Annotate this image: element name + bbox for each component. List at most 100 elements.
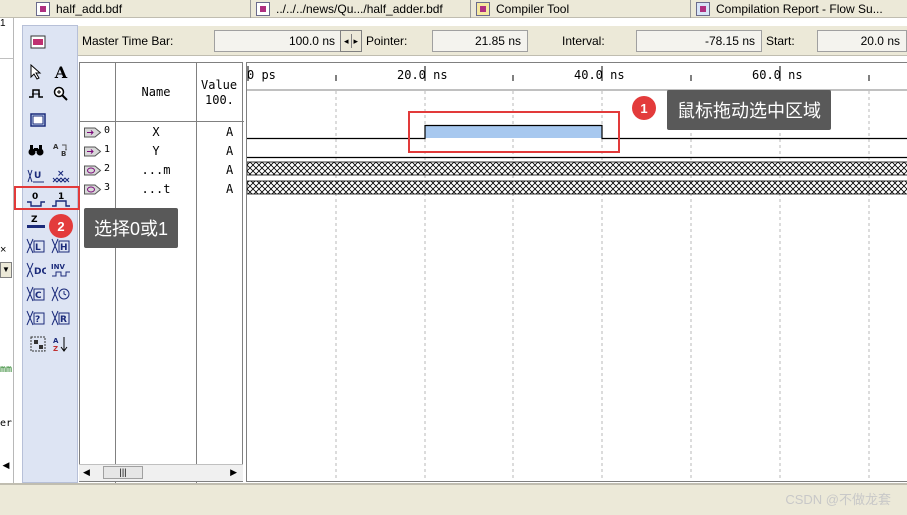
- master-time-bar-field[interactable]: 100.0 ns: [214, 30, 342, 52]
- left-strip-item: mm: [0, 364, 13, 375]
- signal-value: A: [226, 182, 234, 196]
- tab-half-adder[interactable]: ../../../news/Qu.../half_adder.bdf: [256, 0, 468, 18]
- scroll-right-icon[interactable]: ▶: [230, 467, 237, 478]
- scroll-left-icon[interactable]: ◀: [83, 467, 90, 478]
- start-field: 20.0 ns: [817, 30, 907, 52]
- tab-label: Compilation Report - Flow Su...: [716, 2, 883, 16]
- uninitialized-icon[interactable]: U: [26, 166, 46, 186]
- annotation-badge: 1: [632, 96, 656, 120]
- signal-row-t[interactable]: 3 ...t A: [80, 180, 244, 199]
- svg-text:A: A: [53, 143, 59, 151]
- previous-transition-icon[interactable]: ◂: [344, 36, 349, 47]
- invert-label: INV: [51, 263, 65, 271]
- annotation-highlight-toolbar: [14, 186, 80, 210]
- selection-tool-icon[interactable]: [26, 62, 46, 82]
- arbitrary-value-icon[interactable]: ?: [26, 308, 46, 328]
- tab-label: ../../../news/Qu.../half_adder.bdf: [276, 2, 443, 16]
- sort-icon[interactable]: AZ: [51, 334, 71, 354]
- document-tab-bar: half_add.bdf ../../../news/Qu.../half_ad…: [0, 0, 907, 18]
- value-column-header[interactable]: Value: [201, 78, 243, 92]
- master-time-bar-label: Master Time Bar:: [82, 34, 174, 48]
- signal-row-x[interactable]: 0 X A: [80, 123, 244, 142]
- tab-separator: [250, 0, 251, 18]
- random-value-icon[interactable]: R: [51, 308, 71, 328]
- signal-row-m[interactable]: 2 ...m A: [80, 161, 244, 180]
- input-pin-icon: [84, 127, 102, 138]
- signal-list-panel: Name Value 100. 0 X A 1 Y A 2 ...m A 3 .…: [79, 62, 244, 483]
- waveform-editing-tool-icon[interactable]: [26, 84, 46, 104]
- signal-value: A: [226, 163, 234, 177]
- watermark: CSDN @不做龙套: [785, 492, 891, 507]
- snap-to-grid-icon[interactable]: [28, 334, 48, 354]
- left-strip-item: er: [0, 418, 13, 429]
- scroll-left-icon[interactable]: ◀: [0, 460, 12, 478]
- signal-value: A: [226, 144, 234, 158]
- waveform-toolbar: A AB U × 0 1 Z L H DC INV C ? R A Z: [22, 25, 78, 483]
- svg-text:Z: Z: [53, 345, 58, 353]
- pointer-field: 21.85 ns: [432, 30, 528, 52]
- svg-text:×: ×: [57, 169, 65, 179]
- signal-index: 3: [104, 182, 111, 193]
- signal-index: 2: [104, 163, 111, 174]
- tab-separator: [690, 0, 691, 18]
- signal-name: Y: [152, 144, 160, 158]
- waveform-t[interactable]: [247, 180, 907, 195]
- status-bar: CSDN @不做龙套: [0, 483, 907, 515]
- tab-compiler-tool[interactable]: Compiler Tool: [476, 0, 686, 18]
- divider: [0, 58, 13, 59]
- svg-text:DC: DC: [34, 267, 46, 277]
- annotation-callout: 选择0或1: [84, 208, 179, 248]
- signal-name: ...t: [141, 182, 171, 196]
- interval-field: -78.15 ns: [636, 30, 762, 52]
- svg-text:U: U: [34, 171, 41, 181]
- tab-label: Compiler Tool: [496, 2, 570, 16]
- close-icon[interactable]: ×: [0, 244, 13, 256]
- tab-label: half_add.bdf: [56, 2, 123, 16]
- zoom-tool-icon[interactable]: [51, 84, 71, 104]
- master-time-bar-spinner[interactable]: ◂ ▸: [340, 30, 362, 52]
- tab-separator: [470, 0, 471, 18]
- text-tool-icon[interactable]: A: [51, 62, 71, 82]
- high-impedance-icon[interactable]: Z: [26, 212, 46, 232]
- tab-half-add[interactable]: half_add.bdf: [36, 0, 246, 18]
- bdf-file-icon: [256, 2, 270, 16]
- annotation-callout: 鼠标拖动选中区域: [667, 90, 831, 130]
- invert-icon[interactable]: INV: [51, 260, 71, 280]
- signal-value: A: [226, 125, 234, 139]
- signal-index: 1: [104, 144, 111, 155]
- next-transition-icon[interactable]: ▸: [354, 36, 359, 47]
- weak-low-icon[interactable]: L: [26, 236, 46, 256]
- full-screen-icon[interactable]: [28, 110, 48, 130]
- scroll-thumb[interactable]: |||: [103, 466, 143, 479]
- waveform-m[interactable]: [247, 161, 907, 176]
- signal-name: X: [152, 125, 160, 139]
- signal-row-y[interactable]: 1 Y A: [80, 142, 244, 161]
- find-icon[interactable]: [26, 140, 46, 160]
- compiler-tool-icon: [476, 2, 490, 16]
- tab-compilation-report[interactable]: Compilation Report - Flow Su...: [696, 0, 907, 18]
- interval-label: Interval:: [562, 34, 605, 48]
- overwrite-clock-icon[interactable]: [51, 284, 71, 304]
- high-z-label: Z: [31, 215, 38, 225]
- annotation-highlight-selection: [408, 111, 620, 153]
- snapshot-icon[interactable]: [28, 32, 48, 52]
- svg-text:A: A: [53, 337, 59, 345]
- name-column-header[interactable]: Name: [116, 85, 196, 99]
- time-ruler: [247, 66, 907, 91]
- dropdown-arrow-icon[interactable]: ▼: [0, 262, 12, 278]
- master-time-bar-row: Master Time Bar: 100.0 ns ◂ ▸ Pointer: 21…: [78, 26, 907, 56]
- annotation-badge: 2: [49, 214, 73, 238]
- header-divider: [80, 121, 244, 122]
- input-pin-icon: [84, 146, 102, 157]
- weak-unknown-icon[interactable]: ×: [51, 166, 71, 186]
- weak-high-icon[interactable]: H: [51, 236, 71, 256]
- start-label: Start:: [766, 34, 795, 48]
- signal-name: ...m: [141, 163, 171, 177]
- count-value-icon[interactable]: C: [26, 284, 46, 304]
- signal-index: 0: [104, 125, 111, 136]
- output-pin-icon: [84, 184, 102, 195]
- replace-icon[interactable]: AB: [51, 140, 71, 160]
- dont-care-icon[interactable]: DC: [26, 260, 46, 280]
- signal-panel-horizontal-scrollbar[interactable]: ◀ ||| ▶: [79, 464, 243, 481]
- compilation-report-icon: [696, 2, 710, 16]
